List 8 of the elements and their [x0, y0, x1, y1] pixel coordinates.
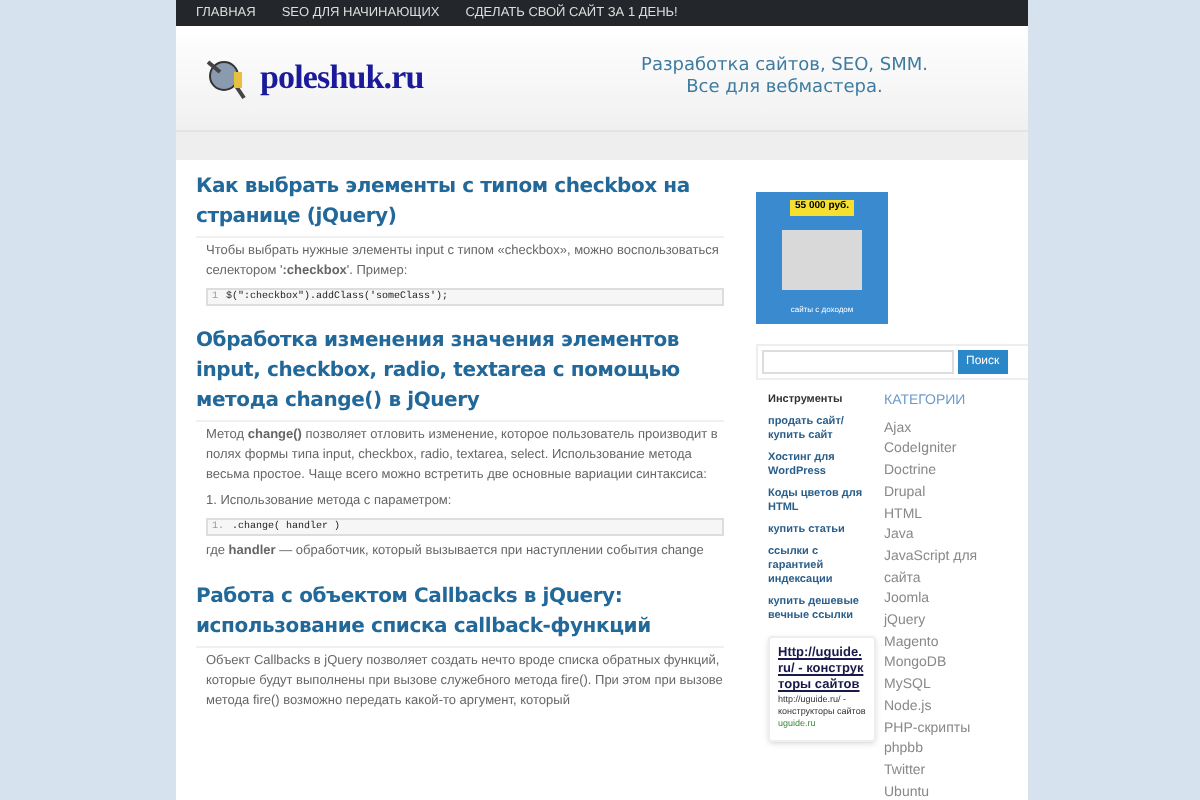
post-title[interactable]: Работа с объектом Callbacks в jQuery: использование списка callback-функций: [196, 582, 724, 642]
search-field[interactable]: [762, 350, 954, 374]
tagline-text: Разработка сайтов, SEO, SMM.: [641, 56, 928, 78]
tagline-text: Все для вебмастера.: [686, 78, 883, 100]
site-logo[interactable]: poleshuk.ru: [260, 52, 424, 104]
post-title[interactable]: Как выбрать элементы с типом checkbox на странице (jQuery): [196, 172, 724, 232]
post-title[interactable]: Обработка изменения значения элементов input, checkbox, radio, textarea с помощью метода change() в jQuery: [196, 326, 724, 416]
photo-placeholder: [782, 229, 862, 290]
